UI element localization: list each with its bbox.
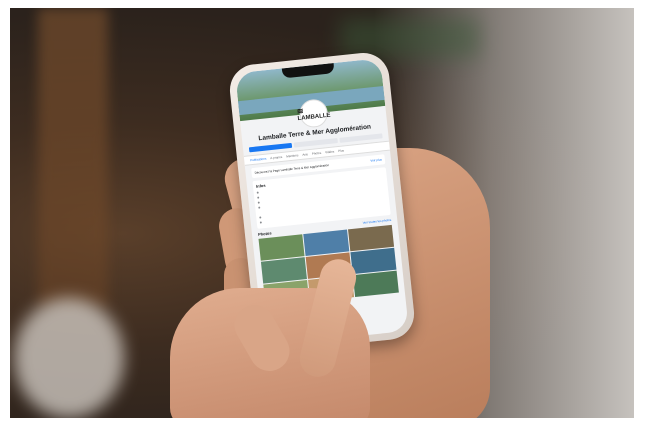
tab-reviews[interactable]: Avis xyxy=(302,152,308,157)
post-link[interactable]: Voir plus xyxy=(370,158,382,163)
info-icon xyxy=(259,221,262,224)
info-icon xyxy=(258,206,261,209)
photo-scene: ≋ LAMBALLE Lamballe Terre & Mer Agglomér… xyxy=(10,8,634,418)
post-prompt: Découvrez la Page Lamballe Terre & Mer A… xyxy=(254,163,330,175)
photo-thumbnail[interactable] xyxy=(352,270,399,298)
tab-videos[interactable]: Vidéos xyxy=(325,149,334,154)
photo-thumbnail[interactable] xyxy=(350,247,397,275)
info-icon xyxy=(257,196,260,199)
info-icon xyxy=(256,191,259,194)
photo-thumbnail[interactable] xyxy=(260,257,307,284)
photo-thumbnail[interactable] xyxy=(348,224,395,252)
photos-title: Photos xyxy=(257,230,272,237)
tab-photos[interactable]: Photos xyxy=(312,151,322,156)
blurred-cup xyxy=(14,298,124,418)
info-icon xyxy=(259,216,262,219)
tab-more[interactable]: Plus xyxy=(338,148,344,153)
photo-thumbnail[interactable] xyxy=(303,229,350,257)
blurred-plant xyxy=(340,18,480,58)
tab-publications[interactable]: Publications xyxy=(250,157,267,163)
photo-thumbnail[interactable] xyxy=(258,234,305,261)
blurred-wood-shelf xyxy=(38,8,108,308)
tab-about[interactable]: À propos xyxy=(270,155,282,160)
tab-mentions[interactable]: Mentions xyxy=(286,153,299,158)
info-icon xyxy=(257,201,260,204)
